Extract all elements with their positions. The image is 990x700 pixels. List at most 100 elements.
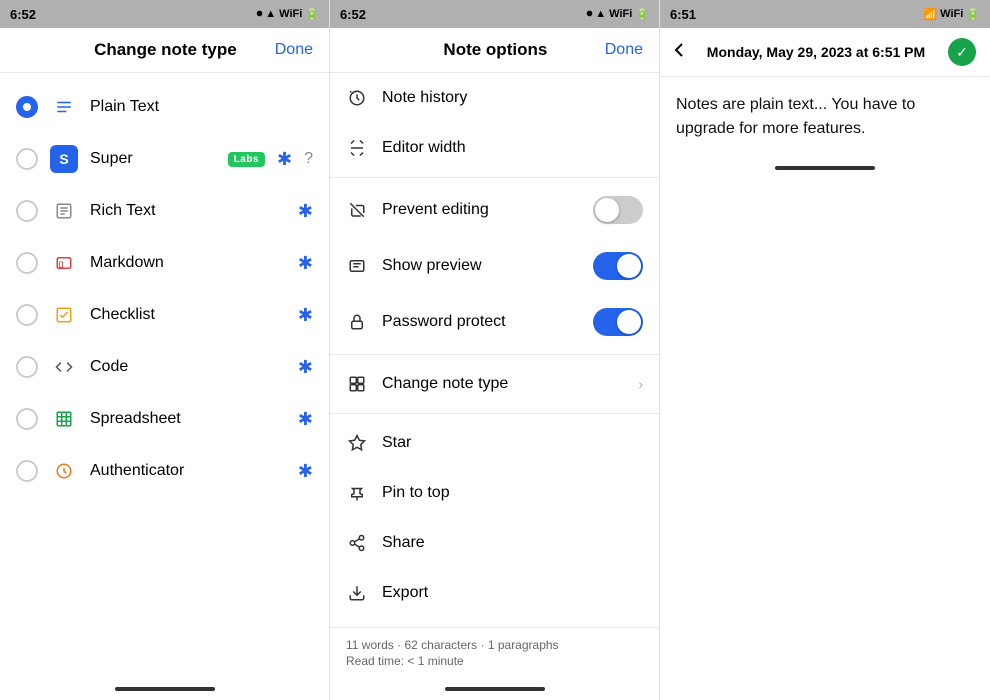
time-middle: 6:52 [340, 7, 366, 22]
preview-icon [346, 255, 368, 277]
radio-code [16, 356, 38, 378]
note-type-list: Plain Text S Super Labs ✱ ? Rich Text ✱ [0, 73, 329, 678]
prevent-icon [346, 199, 368, 221]
label-spreadsheet: Spreadsheet [90, 410, 286, 428]
note-type-item-markdown[interactable]: [] Markdown ✱ [0, 237, 329, 289]
labs-badge: Labs [228, 152, 265, 167]
time-right: 6:51 [670, 7, 696, 22]
pin-icon [346, 482, 368, 504]
radio-super [16, 148, 38, 170]
star-icon-spreadsheet[interactable]: ✱ [298, 409, 313, 430]
star-icon-markdown[interactable]: ✱ [298, 253, 313, 274]
width-icon [346, 137, 368, 159]
record-icon-m: ⏺ [587, 8, 593, 21]
status-icons-right: 📶 WiFi 🔋 [923, 8, 980, 21]
label-markdown: Markdown [90, 254, 286, 272]
left-done-button[interactable]: Done [275, 41, 313, 59]
status-icons-middle: ⏺ ▲ WiFi 🔋 [587, 8, 649, 21]
options-list: Note history Editor width Prevent editin… [330, 73, 659, 627]
toggle-show-preview[interactable] [593, 252, 643, 280]
help-icon-super[interactable]: ? [304, 150, 313, 168]
wifi-icon-m: WiFi [609, 8, 632, 20]
label-prevent-editing: Prevent editing [382, 201, 579, 219]
chevron-change-note-type: › [638, 376, 643, 392]
option-pin-to-top[interactable]: Pin to top [330, 468, 659, 518]
toggle-password-protect[interactable] [593, 308, 643, 336]
label-star: Star [382, 434, 643, 452]
toggle-prevent-editing[interactable] [593, 196, 643, 224]
signal-icon: ▲ [265, 8, 276, 20]
icon-super: S [50, 145, 78, 173]
wifi-icon-r: WiFi [940, 8, 963, 20]
left-panel-header: Change note type Done [0, 28, 329, 73]
phone-icon-r: 📶 [923, 8, 937, 21]
star-option-icon [346, 432, 368, 454]
radio-checklist [16, 304, 38, 326]
radio-inner-plain-text [23, 103, 31, 111]
left-panel: 6:52 ⏺ ▲ WiFi 🔋 Change note type Done Pl… [0, 0, 330, 700]
label-rich-text: Rich Text [90, 202, 286, 220]
note-type-item-spreadsheet[interactable]: Spreadsheet ✱ [0, 393, 329, 445]
note-type-item-authenticator[interactable]: Authenticator ✱ [0, 445, 329, 497]
export-icon [346, 582, 368, 604]
label-export: Export [382, 584, 643, 602]
middle-panel-header: Note options Done [330, 28, 659, 73]
time-left: 6:52 [10, 7, 36, 22]
label-pin-to-top: Pin to top [382, 484, 643, 502]
radio-spreadsheet [16, 408, 38, 430]
note-type-item-rich-text[interactable]: Rich Text ✱ [0, 185, 329, 237]
option-change-note-type[interactable]: Change note type › [330, 359, 659, 409]
note-type-item-code[interactable]: Code ✱ [0, 341, 329, 393]
label-editor-width: Editor width [382, 139, 643, 157]
radio-rich-text [16, 200, 38, 222]
toggle-knob-show-preview [617, 254, 641, 278]
home-indicator-middle [330, 678, 659, 700]
right-panel: 6:51 📶 WiFi 🔋 Monday, May 29, 2023 at 6:… [660, 0, 990, 700]
star-icon-code[interactable]: ✱ [298, 357, 313, 378]
icon-plain-text [50, 93, 78, 121]
option-export[interactable]: Export [330, 568, 659, 618]
icon-code [50, 353, 78, 381]
option-note-history[interactable]: Note history [330, 73, 659, 123]
option-password-protect[interactable]: Password protect [330, 294, 659, 350]
star-icon-authenticator[interactable]: ✱ [298, 461, 313, 482]
divider-3 [330, 413, 659, 414]
change-type-icon [346, 373, 368, 395]
footer-readtime: Read time: < 1 minute [346, 654, 643, 668]
back-button[interactable] [674, 42, 684, 63]
wifi-icon: WiFi [279, 8, 302, 20]
status-bar-right: 6:51 📶 WiFi 🔋 [660, 0, 990, 28]
note-type-item-checklist[interactable]: Checklist ✱ [0, 289, 329, 341]
star-icon-checklist[interactable]: ✱ [298, 305, 313, 326]
note-type-item-super[interactable]: S Super Labs ✱ ? [0, 133, 329, 185]
middle-done-button[interactable]: Done [605, 41, 643, 59]
home-indicator-left [0, 678, 329, 700]
option-show-preview[interactable]: Show preview [330, 238, 659, 294]
radio-authenticator [16, 460, 38, 482]
icon-checklist [50, 301, 78, 329]
label-checklist: Checklist [90, 306, 286, 324]
note-type-item-plain-text[interactable]: Plain Text [0, 81, 329, 133]
note-content[interactable]: Notes are plain text... You have to upgr… [660, 77, 990, 157]
icon-spreadsheet [50, 405, 78, 433]
star-icon-super[interactable]: ✱ [277, 149, 292, 170]
option-star[interactable]: Star [330, 418, 659, 468]
options-footer: 11 words · 62 characters · 1 paragraphs … [330, 627, 659, 678]
note-view-header: Monday, May 29, 2023 at 6:51 PM ✓ [660, 28, 990, 77]
record-icon: ⏺ [257, 8, 263, 21]
home-bar-left [115, 687, 215, 691]
option-duplicate[interactable]: Duplicate [330, 618, 659, 627]
home-indicator-right [660, 157, 990, 179]
divider-2 [330, 354, 659, 355]
option-share[interactable]: Share [330, 518, 659, 568]
icon-markdown: [] [50, 249, 78, 277]
toggle-knob-prevent-editing [595, 198, 619, 222]
home-bar-right [775, 166, 875, 170]
radio-plain-text [16, 96, 38, 118]
battery-icon-r: 🔋 [966, 8, 980, 21]
star-icon-rich-text[interactable]: ✱ [298, 201, 313, 222]
history-icon [346, 87, 368, 109]
label-code: Code [90, 358, 286, 376]
option-editor-width[interactable]: Editor width [330, 123, 659, 173]
option-prevent-editing[interactable]: Prevent editing [330, 182, 659, 238]
